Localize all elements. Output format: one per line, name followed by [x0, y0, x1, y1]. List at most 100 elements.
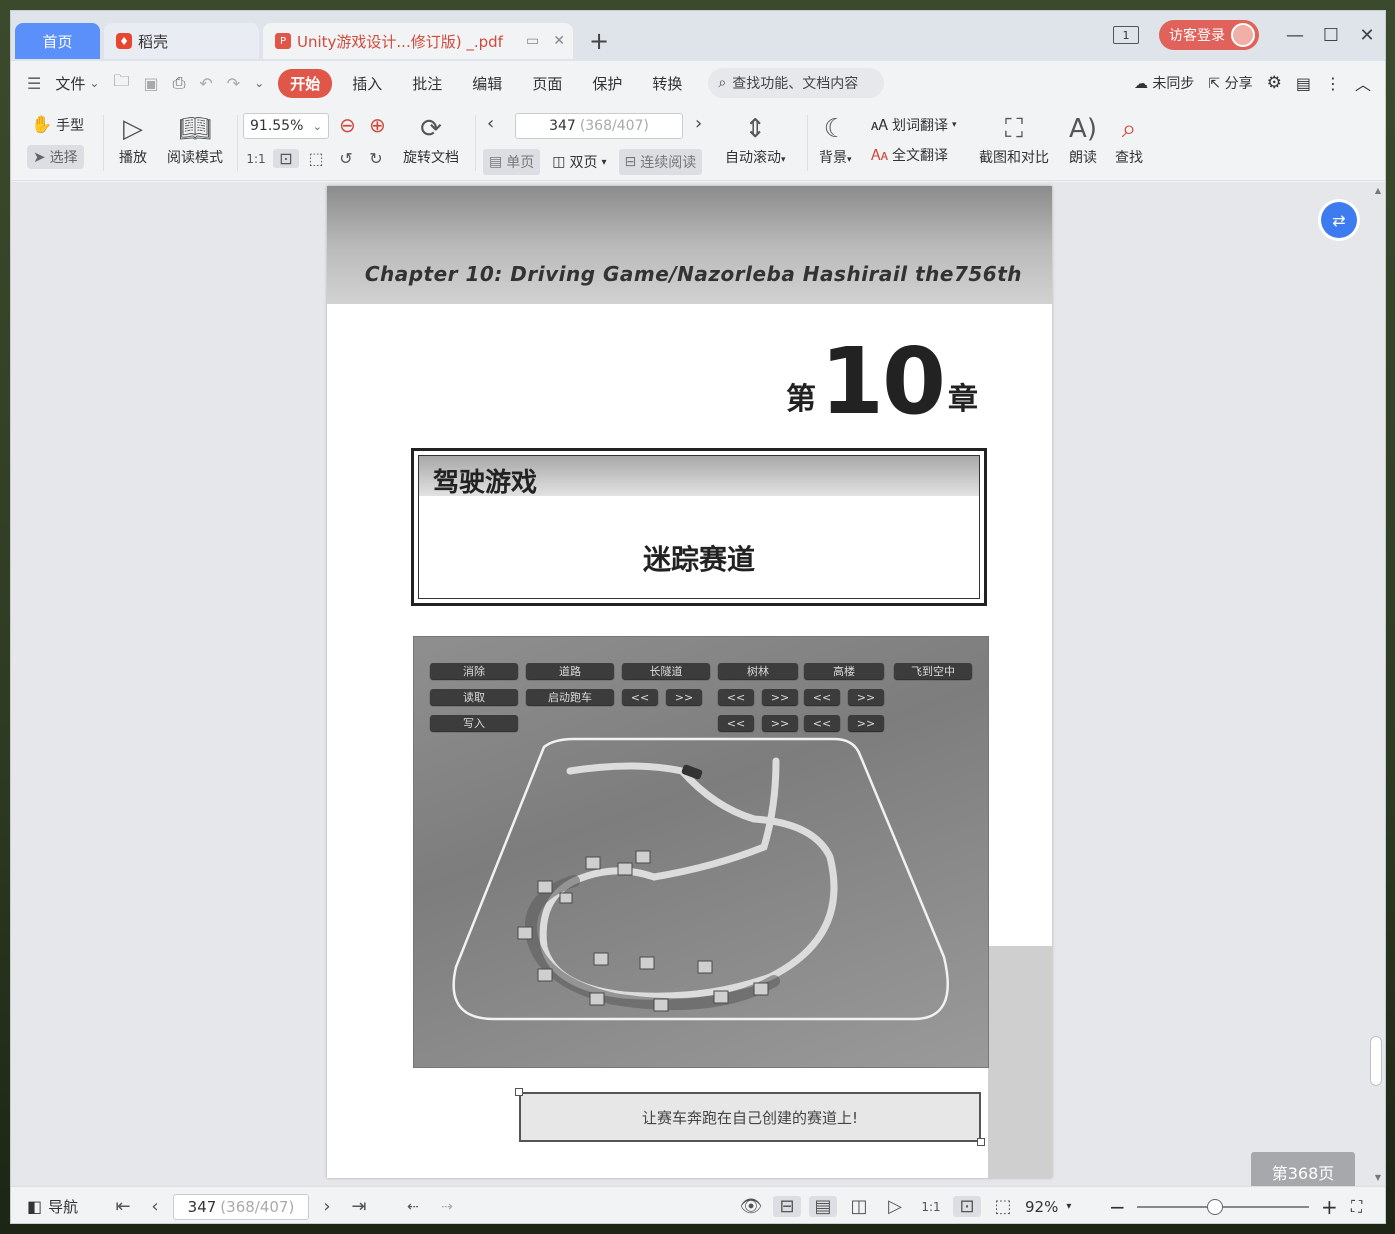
vertical-scrollbar[interactable]: ▲ ▼ [1369, 182, 1385, 1186]
double-view-icon[interactable]: ◫ [845, 1196, 873, 1217]
new-tab-icon[interactable]: + [589, 27, 609, 55]
hand-label: 手型 [56, 118, 85, 134]
status-page-input[interactable]: 347 (368/407) [173, 1193, 309, 1220]
zoom-out-icon[interactable]: ⊖ [339, 113, 356, 137]
game-screenshot: 消除 道路 长隧道 树林 高楼 飞到空中 读取 启动跑车 << >> << >>… [413, 636, 989, 1068]
full-translate-button[interactable]: 🗛 全文翻译 [871, 145, 948, 165]
page-number-field[interactable]: 347 (368/407) [515, 113, 683, 139]
screenshot-compare-button[interactable]: ⛶ 截图和对比 [979, 111, 1049, 167]
print-icon[interactable]: ⎙ [173, 73, 186, 93]
avatar [1231, 23, 1255, 47]
scroll-down-icon[interactable]: ▼ [1375, 1173, 1381, 1182]
settings-icon[interactable]: ⚙ [1267, 73, 1282, 93]
collapse-ribbon-icon[interactable]: ︿ [1355, 71, 1371, 95]
first-page-icon[interactable]: ⇤ [109, 1196, 137, 1217]
hamburger-icon[interactable]: ☰ [27, 74, 41, 93]
forward-icon[interactable]: ⇢ [433, 1199, 461, 1215]
document-viewport[interactable]: Chapter 10: Driving Game/Nazorleba Hashi… [11, 182, 1385, 1192]
select-tool[interactable]: ➤ 选择 [27, 145, 84, 169]
continuous-read-button[interactable]: ⊟ 连续阅读 [618, 149, 703, 175]
fit-width-icon[interactable]: ⬚ [989, 1196, 1017, 1217]
share-button[interactable]: ⇱ 分享 [1208, 73, 1252, 93]
menu-annotate[interactable]: 批注 [412, 73, 442, 94]
page-count-badge[interactable]: 1 [1113, 26, 1139, 44]
play-button[interactable]: ▷ 播放 [119, 111, 147, 167]
fullscreen-icon[interactable]: ⛶ [1351, 1187, 1362, 1223]
menu-convert[interactable]: 转换 [652, 73, 682, 94]
zoom-slider[interactable] [1137, 1199, 1309, 1215]
continuous-view-icon[interactable]: ⊟ [773, 1196, 801, 1217]
fit-width-icon[interactable]: ⬚ [303, 149, 329, 168]
page-input[interactable]: 347 (368/407) [515, 113, 683, 139]
ribbon-toolbar: ✋ 手型 ➤ 选择 ▷ 播放 📖︎ 阅读模式 91.55% ⌄ ⊖ ⊕ 1:1 … [11, 105, 1385, 181]
login-button[interactable]: 访客登录 [1159, 20, 1259, 50]
play-icon[interactable]: ▷ [881, 1196, 909, 1217]
minimize-icon[interactable]: — [1277, 25, 1313, 46]
single-page-button[interactable]: ▤ 单页 [483, 149, 541, 175]
rotate-document-button[interactable]: ⟳ 旋转文档 [403, 111, 459, 167]
fit-page-icon[interactable]: ⊡ [273, 149, 299, 168]
more-icon[interactable]: ⋮ [1325, 74, 1341, 93]
actual-size-icon[interactable]: 1:1 [243, 152, 269, 166]
full-translate-label: 全文翻译 [891, 148, 948, 164]
sync-status[interactable]: ☁ 未同步 [1134, 73, 1194, 93]
prev-page-icon[interactable]: ‹ [141, 1196, 169, 1217]
undo-icon[interactable]: ↶ [199, 74, 212, 93]
more-chevron-icon[interactable]: ⌄ [254, 76, 264, 90]
zoom-in-icon[interactable]: + [1321, 1187, 1338, 1223]
tab-daoke[interactable]: ♦ 稻壳 [104, 23, 259, 59]
actual-size-icon[interactable]: 1:1 [917, 1200, 945, 1214]
chevron-down-icon[interactable]: ⌄ [89, 76, 99, 90]
auto-scroll-button[interactable]: ⇕ 自动滚动▾ [725, 111, 786, 167]
redo-icon[interactable]: ↷ [227, 74, 240, 93]
single-view-icon[interactable]: ▤ [809, 1196, 837, 1217]
zoom-out-icon[interactable]: − [1109, 1187, 1126, 1223]
chapter-digits: 10 [819, 328, 946, 435]
menu-file[interactable]: 文件 [55, 73, 85, 94]
double-page-button[interactable]: ◫ 双页 ▾ [546, 149, 612, 175]
background-button[interactable]: ☾ 背景▾ [819, 111, 852, 167]
menu-protect[interactable]: 保护 [592, 73, 622, 94]
navigation-toggle[interactable]: ◧ 导航 [27, 1187, 78, 1223]
prev-page-icon[interactable]: ‹ [487, 113, 494, 134]
next-page-icon[interactable]: › [313, 1196, 341, 1217]
share-icon: ⇱ [1208, 76, 1221, 92]
menu-insert[interactable]: 插入 [352, 73, 382, 94]
close-window-icon[interactable]: ✕ [1349, 25, 1385, 46]
maximize-icon[interactable]: ☐ [1313, 25, 1349, 46]
word-translate-button[interactable]: 🗚 划词翻译 ▾ [871, 115, 957, 135]
tab-document[interactable]: P Unity游戏设计...修订版) _.pdf ▭ ✕ [263, 23, 573, 59]
zoom-select[interactable]: 91.55% ⌄ [243, 113, 329, 139]
rotate-right-icon[interactable]: ↻ [363, 149, 389, 168]
next-page-icon[interactable]: › [695, 113, 702, 134]
comment-icon[interactable]: ▤ [1296, 74, 1311, 93]
fit-page-icon[interactable]: ⊡ [953, 1196, 981, 1217]
read-mode-button[interactable]: 📖︎ 阅读模式 [167, 111, 223, 167]
zoom-input[interactable]: 91.55% ⌄ [243, 113, 329, 139]
close-tab-icon[interactable]: ✕ [553, 33, 565, 49]
floating-tool-button[interactable]: ⇄ [1321, 202, 1357, 238]
menu-start[interactable]: 开始 [278, 68, 333, 98]
chevron-down-icon[interactable]: ▾ [1066, 1201, 1071, 1212]
scroll-up-icon[interactable]: ▲ [1375, 186, 1381, 195]
last-page-icon[interactable]: ⇥ [345, 1196, 373, 1217]
open-folder-icon[interactable]: 🗀 [113, 70, 129, 97]
search-box[interactable]: ⌕ 查找功能、文档内容 [708, 68, 885, 98]
tab-daoke-label: 稻壳 [138, 32, 169, 51]
zoom-slider-knob[interactable] [1207, 1199, 1223, 1215]
zoom-in-icon[interactable]: ⊕ [369, 113, 386, 137]
find-button[interactable]: ⌕ 查找 [1115, 111, 1143, 167]
menu-page[interactable]: 页面 [532, 73, 562, 94]
scroll-thumb[interactable] [1370, 1036, 1382, 1086]
eye-protect-icon[interactable]: 👁︎ [737, 1196, 765, 1217]
save-icon[interactable]: ▣ [143, 74, 158, 93]
rotate-left-icon[interactable]: ↺ [333, 149, 359, 168]
zoom-percent[interactable]: 92% [1025, 1198, 1058, 1216]
monitor-icon[interactable]: ▭ [526, 33, 539, 49]
tab-home[interactable]: 首页 [15, 23, 100, 59]
back-icon[interactable]: ⇠ [399, 1199, 427, 1215]
hand-tool[interactable]: ✋ 手型 [31, 115, 84, 135]
continuous-label: 连续阅读 [640, 155, 697, 171]
read-aloud-button[interactable]: A) 朗读 [1069, 111, 1097, 167]
menu-edit[interactable]: 编辑 [472, 73, 502, 94]
